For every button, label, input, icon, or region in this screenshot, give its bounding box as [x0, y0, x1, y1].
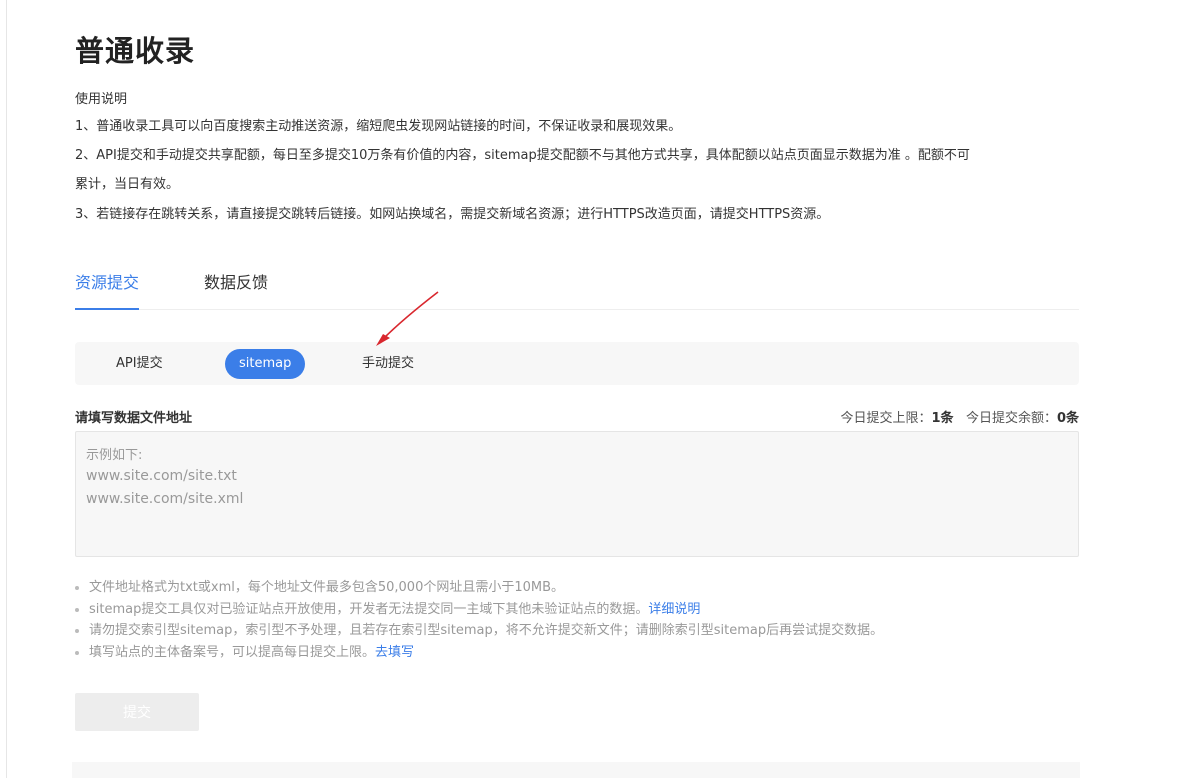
usage-line-3: 3、若链接存在跳转关系，请直接提交跳转后链接。如网站换域名，需提交新域名资源；进… [75, 207, 830, 222]
usage-line-1: 1、普通收录工具可以向百度搜索主动推送资源，缩短爬虫发现网站链接的时间，不保证收… [75, 119, 682, 134]
placeholder-line-3: www.site.com/site.xml [86, 491, 244, 507]
subtab-manual[interactable]: 手动提交 [362, 349, 414, 379]
subtab-sitemap[interactable]: sitemap [225, 349, 306, 379]
placeholder-line-1: 示例如下: [86, 448, 143, 463]
quota-limit-value: 1条 [931, 411, 954, 426]
main-tabs: 资源提交 数据反馈 [75, 268, 1079, 310]
tab-resource-submit[interactable]: 资源提交 [75, 268, 140, 310]
page-title: 普通收录 [75, 34, 196, 68]
notes-list: 文件地址格式为txt或xml，每个地址文件最多包含50,000个网址且需小于10… [75, 577, 1079, 663]
list-item: 文件地址格式为txt或xml，每个地址文件最多包含50,000个网址且需小于10… [75, 577, 1079, 599]
usage-line-2: 2、API提交和手动提交共享配额，每日至多提交10万条有价值的内容，sitema… [75, 148, 970, 163]
usage-line-2-cont: 累计，当日有效。 [75, 177, 180, 192]
usage-title: 使用说明 [75, 92, 128, 107]
red-arrow-icon [376, 291, 439, 346]
submit-method-tabs: API提交 sitemap 手动提交 [75, 342, 1079, 385]
tab-data-feedback[interactable]: 数据反馈 [204, 268, 268, 308]
quota-remain-label: 今日提交余额： [965, 411, 1057, 426]
list-item: 请勿提交索引型sitemap，索引型不予处理，且若存在索引型sitemap，将不… [75, 620, 1079, 642]
fill-in-link[interactable]: 去填写 [375, 645, 414, 660]
bottom-panel [72, 762, 1080, 778]
details-link[interactable]: 详细说明 [648, 602, 700, 617]
quota-remain-value: 0条 [1056, 411, 1079, 426]
submit-button[interactable]: 提交 [75, 693, 199, 731]
placeholder-line-2: www.site.com/site.txt [86, 468, 237, 484]
sitemap-url-input[interactable]: 示例如下: www.site.com/site.txt www.site.com… [75, 431, 1079, 557]
quota-info: 今日提交上限：1条 今日提交余额：0条 [840, 407, 1079, 426]
quota-limit-label: 今日提交上限： [840, 411, 932, 426]
window-left-border [6, 0, 7, 778]
subtab-api[interactable]: API提交 [116, 349, 163, 379]
list-item: 填写站点的主体备案号，可以提高每日提交上限。去填写 [75, 642, 1079, 664]
list-item: sitemap提交工具仅对已验证站点开放使用，开发者无法提交同一主域下其他未验证… [75, 599, 1079, 621]
field-label: 请填写数据文件地址 [75, 411, 193, 426]
